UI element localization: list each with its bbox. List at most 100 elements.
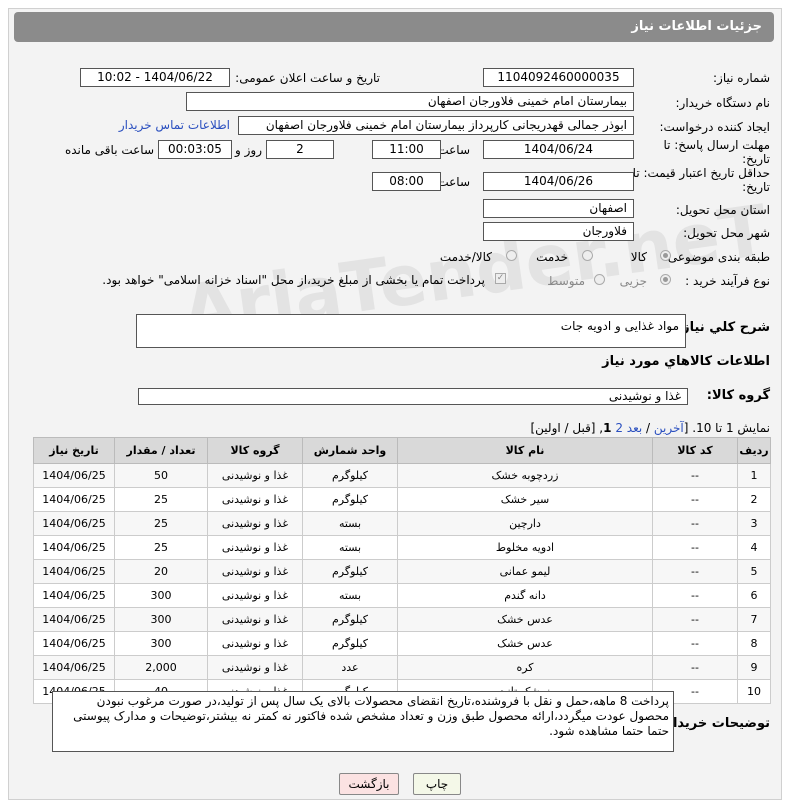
cell-item-code: -- [652, 511, 738, 536]
cell-need-date: 1404/06/25 [33, 655, 115, 680]
pagination-separator: / [642, 421, 654, 435]
cell-item-name: عدس خشک [397, 607, 653, 632]
buyer-notes-label: توضیحات خریدار: [660, 716, 770, 731]
cell-item-code: -- [652, 631, 738, 656]
cell-need-date: 1404/06/25 [33, 559, 115, 584]
cell-unit: کیلوگرم [302, 559, 398, 584]
cell-item-name: زردچوبه خشک [397, 463, 653, 488]
pagination-last-link[interactable]: آخرین [654, 421, 684, 435]
cell-row-number: 4 [737, 535, 771, 560]
cell-need-date: 1404/06/25 [33, 535, 115, 560]
contact-info-link[interactable]: اطلاعات تماس خریدار [119, 118, 230, 132]
buyer-notes-field: پرداخت 8 ماهه،حمل و نقل با فروشنده،تاریخ… [52, 691, 674, 752]
cell-need-date: 1404/06/25 [33, 607, 115, 632]
cell-row-number: 7 [737, 607, 771, 632]
announce-field: 1404/06/22 - 10:02 [80, 68, 230, 87]
validity-time-field: 08:00 [372, 172, 441, 191]
pagination: نمایش 1 تا 10. [آخرین / بعد 2 1, [قبل / … [530, 421, 770, 435]
cell-item-name: دانه گندم [397, 583, 653, 608]
cell-need-date: 1404/06/25 [33, 511, 115, 536]
category-goods-radio[interactable] [660, 250, 671, 261]
category-goods-service-radio[interactable] [506, 250, 517, 261]
cell-unit: کیلوگرم [302, 487, 398, 512]
cell-group: غذا و نوشیدنی [207, 463, 303, 488]
deadline-time-label: ساعت [437, 143, 470, 157]
purchase-minor-radio[interactable] [660, 274, 671, 285]
cell-item-code: -- [652, 535, 738, 560]
col-row-number: ردیف [737, 437, 771, 464]
cell-quantity: 25 [114, 487, 208, 512]
cell-need-date: 1404/06/25 [33, 463, 115, 488]
province-field: اصفهان [483, 199, 634, 218]
items-table: ردیف کد کالا نام کالا واحد شمارش گروه کا… [33, 437, 771, 704]
cell-group: غذا و نوشیدنی [207, 487, 303, 512]
pagination-suffix: , [قبل / اولین] [530, 421, 604, 435]
cell-need-date: 1404/06/25 [33, 487, 115, 512]
cell-group: غذا و نوشیدنی [207, 655, 303, 680]
cell-unit: کیلوگرم [302, 463, 398, 488]
buyer-label: نام دستگاه خریدار: [675, 96, 771, 110]
pagination-prefix: نمایش 1 تا 10. [ [683, 421, 770, 435]
purchase-type-label: نوع فرآیند خرید : [685, 274, 770, 288]
cell-quantity: 300 [114, 583, 208, 608]
city-label: شهر محل تحویل: [683, 226, 770, 240]
table-row: 4 -- ادویه مخلوط بسته غذا و نوشیدنی 25 1404/06… [33, 535, 771, 560]
cell-quantity: 25 [114, 535, 208, 560]
pagination-page-2-link[interactable]: 2 [611, 421, 626, 435]
table-row: 8 -- عدس خشک کیلوگرم غذا و نوشیدنی 300 1404/06… [33, 631, 771, 656]
buyer-field: بیمارستان امام خمینی فلاورجان اصفهان [186, 92, 634, 111]
announce-label: تاریخ و ساعت اعلان عمومی: [235, 71, 380, 85]
col-item-code: کد کالا [652, 437, 738, 464]
creator-label: ایجاد کننده درخواست: [659, 120, 770, 134]
cell-group: غذا و نوشیدنی [207, 607, 303, 632]
cell-quantity: 20 [114, 559, 208, 584]
cell-item-code: -- [652, 607, 738, 632]
description-field: مواد غذایی و ادویه جات [136, 314, 686, 348]
table-row: 1 -- زردچوبه خشک کیلوگرم غذا و نوشیدنی 50 1404… [33, 463, 771, 488]
cell-item-name: کره [397, 655, 653, 680]
table-header-row: ردیف کد کالا نام کالا واحد شمارش گروه کا… [33, 437, 771, 464]
back-button[interactable]: بازگشت [339, 773, 399, 795]
pagination-next-link[interactable]: بعد [627, 421, 642, 435]
validity-time-label: ساعت [437, 175, 470, 189]
col-item-name: نام کالا [397, 437, 653, 464]
purchase-medium-radio[interactable] [594, 274, 605, 285]
table-row: 6 -- دانه گندم بسته غذا و نوشیدنی 300 1404/06/… [33, 583, 771, 608]
remaining-label: ساعت باقی مانده [64, 143, 154, 157]
treasury-payment-checkbox[interactable]: ✓ [495, 273, 506, 284]
category-service-radio[interactable] [582, 250, 593, 261]
table-row: 3 -- دارچین بسته غذا و نوشیدنی 25 1404/06/25 [33, 511, 771, 536]
cell-item-name: سیر خشک [397, 487, 653, 512]
cell-row-number: 9 [737, 655, 771, 680]
print-button[interactable]: چاپ [413, 773, 461, 795]
cell-unit: کیلوگرم [302, 607, 398, 632]
col-group: گروه کالا [207, 437, 303, 464]
cell-unit: عدد [302, 655, 398, 680]
cell-item-name: دارچین [397, 511, 653, 536]
category-goods-service-label: کالا/خدمت [439, 250, 492, 264]
goods-group-field: غذا و نوشیدنی [138, 388, 688, 405]
cell-group: غذا و نوشیدنی [207, 559, 303, 584]
cell-row-number: 6 [737, 583, 771, 608]
days-field: 2 [266, 140, 334, 159]
city-field: فلاورجان [483, 222, 634, 241]
cell-quantity: 300 [114, 631, 208, 656]
cell-item-code: -- [652, 487, 738, 512]
cell-need-date: 1404/06/25 [33, 631, 115, 656]
cell-unit: بسته [302, 511, 398, 536]
need-number-field: 1104092460000035 [483, 68, 634, 87]
deadline-time-field: 11:00 [372, 140, 441, 159]
cell-unit: بسته [302, 535, 398, 560]
province-label: استان محل تحویل: [675, 203, 770, 217]
remaining-time-field: 00:03:05 [158, 140, 232, 159]
cell-row-number: 3 [737, 511, 771, 536]
cell-quantity: 50 [114, 463, 208, 488]
cell-unit: کیلوگرم [302, 631, 398, 656]
category-goods-label: کالا [630, 250, 647, 264]
cell-row-number: 10 [737, 679, 771, 704]
cell-row-number: 1 [737, 463, 771, 488]
page-title: جزئیات اطلاعات نیاز [14, 12, 774, 42]
cell-item-code: -- [652, 559, 738, 584]
cell-item-code: -- [652, 583, 738, 608]
cell-item-code: -- [652, 463, 738, 488]
